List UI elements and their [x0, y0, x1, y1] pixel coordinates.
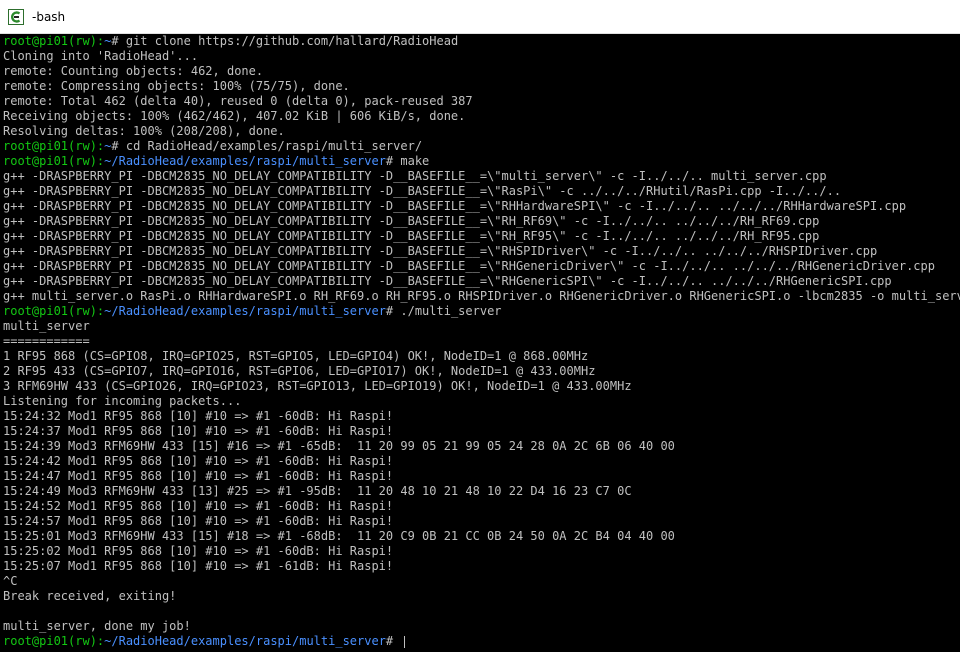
output-line: Receiving objects: 100% (462/462), 407.0…	[3, 109, 466, 123]
output-line: 3 RFM69HW 433 (CS=GPIO26, IRQ=GPIO23, RS…	[3, 379, 632, 393]
output-line: ============	[3, 334, 90, 348]
command-text: git clone https://github.com/hallard/Rad…	[125, 34, 459, 48]
output-line: remote: Counting objects: 462, done.	[3, 64, 264, 78]
prompt-user: root@pi01(rw):	[3, 304, 105, 318]
command-text: ./multi_server	[400, 304, 502, 318]
prompt-path: ~/RadioHead/examples/raspi/multi_server	[104, 634, 386, 648]
output-line: g++ -DRASPBERRY_PI -DBCM2835_NO_DELAY_CO…	[3, 169, 827, 183]
output-line: 15:24:49 Mod3 RFM69HW 433 [13] #25 => #1…	[3, 484, 632, 498]
prompt-symbol: #	[385, 304, 401, 318]
prompt-symbol: #	[385, 634, 401, 648]
command-text: make	[400, 154, 430, 168]
output-line: g++ -DRASPBERRY_PI -DBCM2835_NO_DELAY_CO…	[3, 274, 892, 288]
output-line: g++ -DRASPBERRY_PI -DBCM2835_NO_DELAY_CO…	[3, 184, 842, 198]
terminal-output[interactable]: root@pi01(rw):~# git clone https://githu…	[0, 34, 960, 652]
title-bar[interactable]: -bash	[0, 0, 960, 34]
output-line: 2 RF95 433 (CS=GPIO7, IRQ=GPIO16, RST=GP…	[3, 364, 596, 378]
output-line: remote: Compressing objects: 100% (75/75…	[3, 79, 350, 93]
text-cursor	[404, 635, 406, 648]
window-title: -bash	[32, 9, 66, 24]
prompt-user: root@pi01(rw):	[3, 154, 105, 168]
command-text: cd RadioHead/examples/raspi/multi_server…	[125, 139, 423, 153]
prompt-symbol: #	[111, 34, 126, 48]
prompt-symbol: #	[385, 154, 401, 168]
prompt-symbol: #	[111, 139, 126, 153]
prompt-line: root@pi01(rw):~/RadioHead/examples/raspi…	[3, 154, 960, 169]
output-line: 15:24:42 Mod1 RF95 868 [10] #10 => #1 -6…	[3, 454, 394, 468]
output-line: Cloning into 'RadioHead'...	[3, 49, 199, 63]
prompt-line: root@pi01(rw):~# cd RadioHead/examples/r…	[3, 139, 960, 154]
output-line: g++ -DRASPBERRY_PI -DBCM2835_NO_DELAY_CO…	[3, 259, 935, 273]
output-line: 15:24:52 Mod1 RF95 868 [10] #10 => #1 -6…	[3, 499, 394, 513]
output-line: multi_server	[3, 319, 90, 333]
output-line: 15:24:39 Mod3 RFM69HW 433 [15] #16 => #1…	[3, 439, 675, 453]
output-line: 15:24:32 Mod1 RF95 868 [10] #10 => #1 -6…	[3, 409, 394, 423]
output-line: g++ -DRASPBERRY_PI -DBCM2835_NO_DELAY_CO…	[3, 199, 907, 213]
output-line: 15:24:37 Mod1 RF95 868 [10] #10 => #1 -6…	[3, 424, 394, 438]
output-line: 15:24:57 Mod1 RF95 868 [10] #10 => #1 -6…	[3, 514, 394, 528]
output-line: 15:25:02 Mod1 RF95 868 [10] #10 => #1 -6…	[3, 544, 394, 558]
output-line: g++ -DRASPBERRY_PI -DBCM2835_NO_DELAY_CO…	[3, 244, 878, 258]
output-line: Resolving deltas: 100% (208/208), done.	[3, 124, 285, 138]
output-line: 1 RF95 868 (CS=GPIO8, IRQ=GPIO25, RST=GP…	[3, 349, 589, 363]
prompt-line: root@pi01(rw):~/RadioHead/examples/raspi…	[3, 634, 960, 649]
output-line: multi_server, done my job!	[3, 619, 191, 633]
output-line: remote: Total 462 (delta 40), reused 0 (…	[3, 94, 473, 108]
output-line: Listening for incoming packets...	[3, 394, 242, 408]
prompt-line: root@pi01(rw):~# git clone https://githu…	[3, 34, 960, 49]
prompt-path: ~/RadioHead/examples/raspi/multi_server	[104, 304, 386, 318]
output-line: g++ -DRASPBERRY_PI -DBCM2835_NO_DELAY_CO…	[3, 229, 820, 243]
cygwin-terminal-icon	[8, 8, 24, 25]
output-line: ^C	[3, 574, 18, 588]
prompt-line: root@pi01(rw):~/RadioHead/examples/raspi…	[3, 304, 960, 319]
output-line: 15:24:47 Mod1 RF95 868 [10] #10 => #1 -6…	[3, 469, 394, 483]
prompt-user: root@pi01(rw):	[3, 139, 105, 153]
prompt-user: root@pi01(rw):	[3, 634, 105, 648]
output-line: g++ multi_server.o RasPi.o RHHardwareSPI…	[3, 289, 960, 303]
output-line: 15:25:01 Mod3 RFM69HW 433 [15] #18 => #1…	[3, 529, 675, 543]
terminal-window: -bash root@pi01(rw):~# git clone https:/…	[0, 0, 960, 652]
prompt-path: ~/RadioHead/examples/raspi/multi_server	[104, 154, 386, 168]
output-line: g++ -DRASPBERRY_PI -DBCM2835_NO_DELAY_CO…	[3, 214, 820, 228]
output-line: Break received, exiting!	[3, 589, 177, 603]
prompt-user: root@pi01(rw):	[3, 34, 105, 48]
output-line: 15:25:07 Mod1 RF95 868 [10] #10 => #1 -6…	[3, 559, 394, 573]
